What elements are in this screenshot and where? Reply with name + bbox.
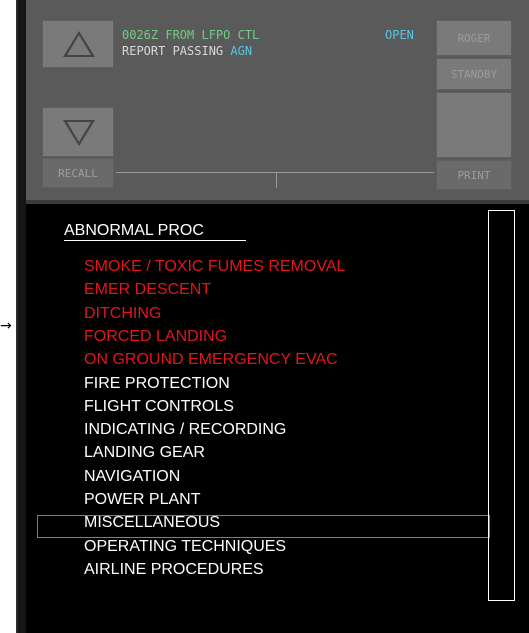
message-waypoint: AGN (230, 44, 253, 58)
procedure-item[interactable]: ON GROUND EMERGENCY EVAC (84, 351, 338, 369)
recall-button[interactable]: RECALL (42, 158, 114, 188)
message-text: REPORT PASSING (122, 44, 224, 58)
procedure-item[interactable]: FORCED LANDING (84, 328, 227, 346)
title-underline (64, 240, 246, 241)
message-sender: FROM LFPO CTL (165, 28, 260, 42)
message-header-line: 0026Z FROM LFPO CTL (122, 28, 259, 42)
procedure-item[interactable]: DITCHING (84, 305, 161, 323)
procedure-item[interactable]: LANDING GEAR (84, 444, 205, 462)
pointer-arrow-icon: → (0, 318, 12, 334)
bezel-edge (16, 0, 18, 633)
procedure-item[interactable]: EMER DESCENT (84, 281, 211, 299)
selection-highlight (37, 515, 490, 538)
procedure-item[interactable]: AIRLINE PROCEDURES (84, 561, 264, 579)
scrollbar[interactable] (488, 210, 515, 601)
message-body-line: REPORT PASSING AGN (122, 44, 252, 58)
triangle-up-icon (63, 31, 95, 57)
procedure-item[interactable]: INDICATING / RECORDING (84, 421, 286, 439)
procedure-item[interactable]: FLIGHT CONTROLS (84, 398, 234, 416)
scroll-up-button[interactable] (42, 20, 114, 68)
message-status: OPEN (385, 28, 414, 42)
message-divider (116, 172, 434, 173)
procedure-item[interactable]: POWER PLANT (84, 491, 200, 509)
procedure-item[interactable]: NAVIGATION (84, 468, 180, 486)
procedure-item[interactable]: SMOKE / TOXIC FUMES REMOVAL (84, 258, 345, 276)
message-divider-tick (276, 172, 277, 188)
procedure-item[interactable]: OPERATING TECHNIQUES (84, 538, 286, 556)
procedure-item[interactable]: FIRE PROTECTION (84, 375, 230, 393)
triangle-down-icon (63, 120, 95, 146)
print-button[interactable]: PRINT (436, 160, 512, 190)
scroll-down-button[interactable] (42, 107, 114, 157)
blank-button[interactable] (436, 92, 512, 158)
standby-button[interactable]: STANDBY (436, 58, 512, 90)
roger-button[interactable]: ROGER (436, 20, 512, 56)
message-time: 0026Z (122, 28, 159, 42)
procedure-list-title: ABNORMAL PROC (64, 222, 204, 239)
